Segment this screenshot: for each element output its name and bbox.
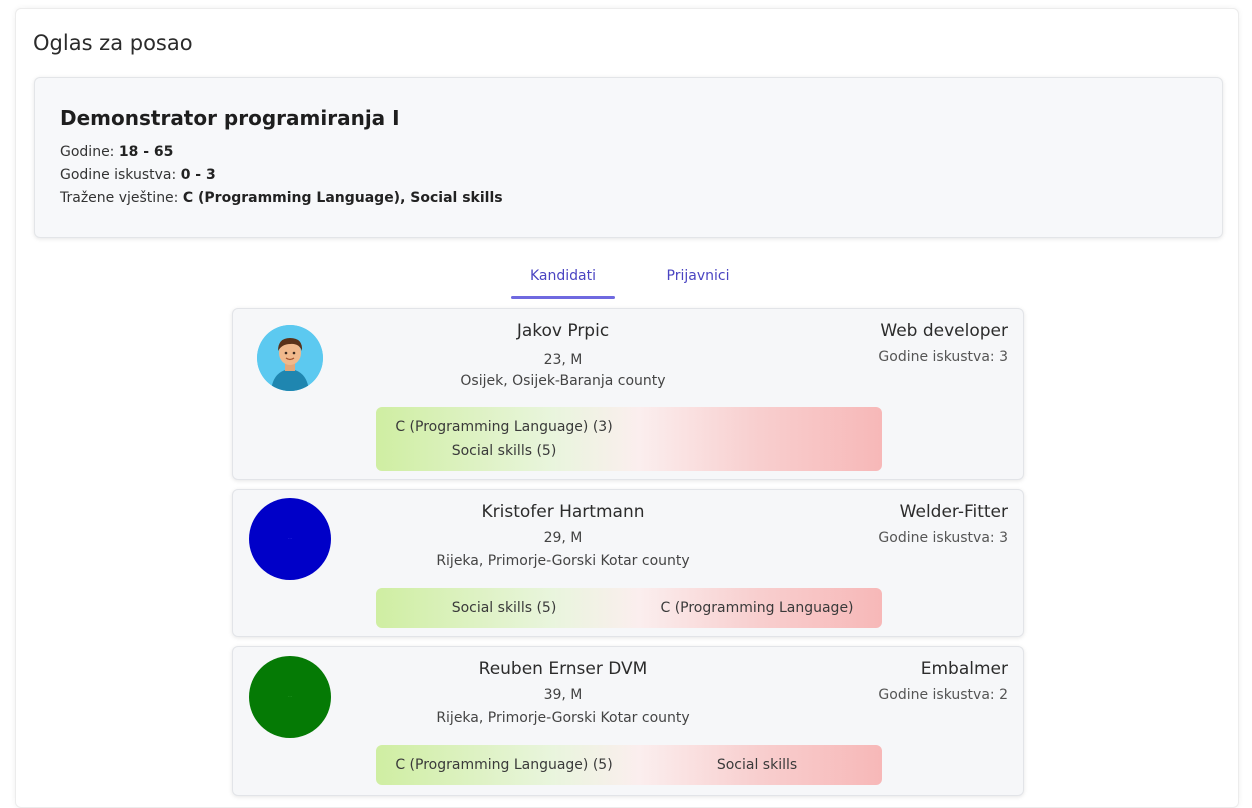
- job-age-row: Godine: 18 - 65: [60, 144, 173, 160]
- skills-match-bar: Social skills (5) C (Programming Languag…: [376, 588, 882, 628]
- job-skills-value: C (Programming Language), Social skills: [182, 190, 503, 206]
- candidate-age-gender: 23, M: [543, 352, 583, 368]
- candidate-card[interactable]: ... Kristofer Hartmann 29, M Rijeka, Pri…: [232, 489, 1024, 637]
- candidate-position: Embalmer: [920, 659, 1008, 679]
- matched-skills: Social skills (5): [376, 588, 632, 628]
- candidate-experience: Godine iskustva: 3: [878, 530, 1008, 546]
- job-skills-row: Tražene vještine: C (Programming Languag…: [60, 190, 503, 206]
- page-title: Oglas za posao: [33, 31, 193, 55]
- missing-skill: C (Programming Language): [660, 600, 854, 616]
- matched-skills: C (Programming Language) (5): [376, 745, 632, 785]
- job-age-label: Godine:: [60, 144, 115, 160]
- candidate-name: Jakov Prpic: [516, 321, 610, 341]
- skills-match-bar: C (Programming Language) (3) Social skil…: [376, 407, 882, 471]
- job-experience-value: 0 - 3: [180, 167, 216, 183]
- candidate-name: Kristofer Hartmann: [481, 502, 645, 522]
- candidate-position: Web developer: [880, 321, 1008, 341]
- job-skills-label: Tražene vještine:: [60, 190, 179, 206]
- candidate-name: Reuben Ernser DVM: [478, 659, 648, 679]
- job-experience-label: Godine iskustva:: [60, 167, 177, 183]
- job-details-card: Demonstrator programiranja I Godine: 18 …: [34, 77, 1223, 238]
- missing-skills: Social skills: [632, 745, 882, 785]
- tab-prijavnici[interactable]: Prijavnici: [653, 265, 743, 299]
- matched-skill: Social skills (5): [451, 600, 557, 616]
- missing-skill: Social skills: [716, 757, 798, 773]
- candidate-card[interactable]: ... Reuben Ernser DVM 39, M Rijeka, Prim…: [232, 646, 1024, 796]
- skills-match-bar: C (Programming Language) (5) Social skil…: [376, 745, 882, 785]
- matched-skill: C (Programming Language) (3): [395, 419, 613, 435]
- candidate-card[interactable]: Jakov Prpic 23, M Osijek, Osijek-Baranja…: [232, 308, 1024, 480]
- matched-skill: Social skills (5): [451, 443, 557, 459]
- matched-skill: C (Programming Language) (5): [395, 757, 613, 773]
- candidate-experience: Godine iskustva: 2: [878, 687, 1008, 703]
- candidate-location: Rijeka, Primorje-Gorski Kotar county: [436, 553, 690, 569]
- candidate-location: Rijeka, Primorje-Gorski Kotar county: [436, 710, 690, 726]
- tab-kandidati[interactable]: Kandidati: [511, 265, 615, 299]
- tab-bar: Kandidati Prijavnici: [16, 265, 1240, 299]
- job-posting-panel: Oglas za posao Demonstrator programiranj…: [15, 8, 1239, 808]
- candidate-age-gender: 39, M: [543, 687, 583, 703]
- matched-skills: C (Programming Language) (3) Social skil…: [376, 407, 632, 471]
- job-age-value: 18 - 65: [118, 144, 174, 160]
- candidate-age-gender: 29, M: [543, 530, 583, 546]
- missing-skills: C (Programming Language): [632, 588, 882, 628]
- candidate-location: Osijek, Osijek-Baranja county: [460, 373, 666, 389]
- candidate-position: Welder-Fitter: [899, 502, 1008, 522]
- job-title: Demonstrator programiranja I: [60, 106, 400, 130]
- candidate-experience: Godine iskustva: 3: [878, 349, 1008, 365]
- job-experience-row: Godine iskustva: 0 - 3: [60, 167, 216, 183]
